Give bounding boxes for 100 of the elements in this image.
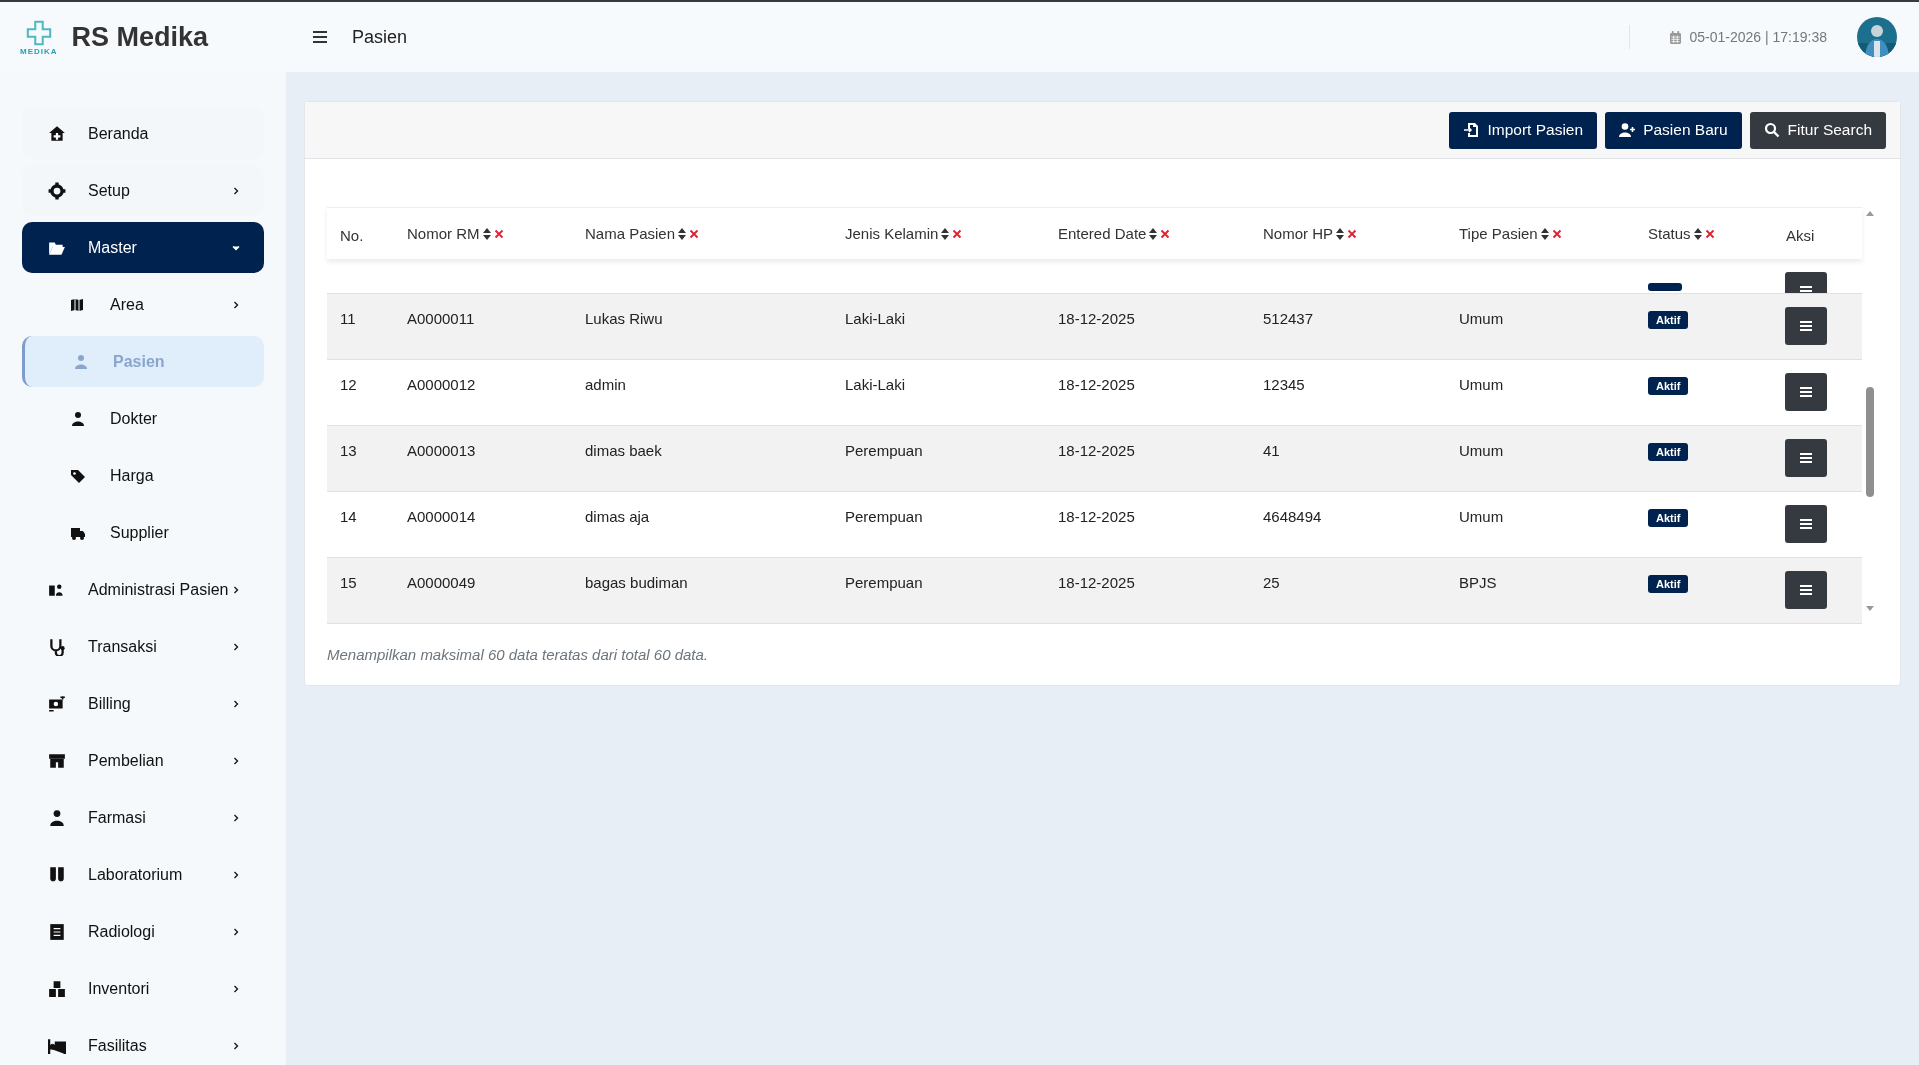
table-cell-text: 13: [339, 441, 358, 459]
sidebar-item[interactable]: Inventori: [22, 963, 264, 1014]
gear-icon: [48, 181, 66, 200]
table-cell-text: 18-12-2025: [1057, 573, 1136, 591]
sort-icon[interactable]: [1336, 227, 1344, 240]
file-import-icon: [1463, 122, 1480, 138]
toolbar-button[interactable]: Import Pasien: [1449, 111, 1598, 149]
table-cell-text: Laki-Laki: [844, 375, 907, 393]
column-header: Status: [1648, 225, 1691, 242]
person-icon: [70, 410, 86, 427]
status-badge: Aktif: [1648, 443, 1689, 461]
app-name: RS Medika: [71, 21, 209, 53]
home-icon: [48, 124, 66, 143]
person-icon: [48, 808, 66, 827]
table-cell-text: Umum: [1458, 309, 1505, 327]
column-header: Entered Date: [1058, 225, 1147, 242]
table-cell-text: A0000012: [406, 375, 477, 393]
table-cell-text: Umum: [1458, 375, 1505, 393]
sidebar-item[interactable]: Area: [22, 279, 264, 330]
table-cell-text: dimas baek: [584, 441, 663, 459]
table-cell-text: 18-12-2025: [1057, 309, 1136, 327]
menu-icon: [312, 30, 328, 44]
person-icon: [73, 353, 89, 370]
status-badge: [1648, 283, 1682, 291]
table-cell-text: Perempuan: [844, 507, 924, 525]
table-cell-text: A0000049: [406, 573, 477, 591]
column-header: Aksi: [1786, 226, 1815, 244]
status-badge: Aktif: [1648, 377, 1689, 395]
calendar-icon: [1670, 30, 1682, 44]
tag-icon: [70, 467, 86, 484]
menu-icon: [1799, 386, 1813, 398]
table-cell-text: dimas aja: [584, 507, 651, 525]
remove-icon[interactable]: [493, 228, 504, 239]
table-cell-text: Perempuan: [844, 573, 924, 591]
table-cell-text: A0000011: [406, 309, 476, 327]
table-cell-text: A0000013: [406, 441, 477, 459]
logo-text: MEDIKA: [20, 46, 58, 56]
action-button[interactable]: [1785, 439, 1827, 477]
sidebar-item[interactable]: Farmasi: [22, 792, 264, 843]
search-icon: [1763, 122, 1780, 138]
sidebar-item[interactable]: Fasilitas: [22, 1020, 264, 1065]
column-header: Tipe Pasien: [1459, 225, 1538, 242]
sidebar-item[interactable]: Pembelian: [22, 735, 264, 786]
column-header: Nomor HP: [1263, 225, 1333, 242]
table-cell-text: 4648494: [1262, 507, 1323, 525]
table-cell-text: 25: [1262, 573, 1281, 591]
column-header: Nama Pasien: [585, 225, 676, 242]
table-cell-text: Umum: [1458, 441, 1505, 459]
remove-icon[interactable]: [952, 228, 963, 239]
table-cell-text: 12345: [1262, 375, 1306, 393]
menu-icon: [1799, 452, 1813, 464]
sidebar-item[interactable]: Dokter: [22, 393, 264, 444]
menu-icon: [1799, 584, 1813, 596]
sort-icon[interactable]: [1540, 227, 1549, 240]
user-plus-icon: [1619, 122, 1636, 138]
toolbar-button[interactable]: Fitur Search: [1749, 111, 1886, 149]
map-icon: [70, 296, 86, 313]
table-cell-text: 18-12-2025: [1057, 375, 1136, 393]
remove-icon[interactable]: [1704, 228, 1715, 239]
remove-icon[interactable]: [1160, 228, 1171, 239]
table-cell-text: 18-12-2025: [1057, 507, 1136, 525]
sort-icon[interactable]: [1693, 227, 1702, 240]
table-cell-text: Umum: [1458, 507, 1505, 525]
action-button[interactable]: [1785, 307, 1827, 345]
table-cell-text: Lukas Riwu: [584, 309, 664, 327]
remove-icon[interactable]: [689, 228, 700, 239]
action-button[interactable]: [1785, 505, 1827, 543]
sort-icon[interactable]: [941, 227, 950, 240]
table-cell-text: 15: [339, 573, 358, 591]
table-cell-text: 41: [1262, 441, 1281, 459]
column-header: Jenis Kelamin: [845, 225, 939, 242]
sidebar-item[interactable]: Billing: [22, 678, 264, 729]
table-cell-text: admin: [584, 375, 627, 393]
table-cell-text: Perempuan: [844, 441, 924, 459]
action-button[interactable]: [1785, 373, 1827, 411]
table-cell-text: A0000014: [406, 507, 477, 525]
boxes-icon: [48, 979, 66, 998]
sidebar-item[interactable]: Radiologi: [22, 906, 264, 957]
menu-icon: [1799, 320, 1813, 332]
sidebar-item[interactable]: Transaksi: [22, 621, 264, 672]
sort-icon[interactable]: [678, 227, 687, 240]
remove-icon[interactable]: [1551, 228, 1562, 239]
status-badge: Aktif: [1648, 311, 1689, 329]
avatar[interactable]: [1857, 17, 1897, 57]
sort-icon[interactable]: [1149, 227, 1158, 240]
status-badge: Aktif: [1648, 575, 1689, 593]
table-cell-text: BPJS: [1458, 573, 1498, 591]
toolbar-button[interactable]: Pasien Baru: [1605, 111, 1742, 149]
table-cell-text: Laki-Laki: [844, 309, 907, 327]
sidebar-item[interactable]: Supplier: [22, 507, 264, 558]
date-time: 05-01-2026 | 17:19:38: [1689, 29, 1827, 45]
test-tubes-icon: [48, 865, 66, 884]
remove-icon[interactable]: [1347, 228, 1357, 239]
sort-icon[interactable]: [482, 227, 491, 240]
sidebar-item[interactable]: Administrasi Pasien: [22, 564, 264, 615]
page-title: Pasien: [352, 26, 408, 48]
sidebar-item[interactable]: Harga: [22, 450, 264, 501]
sidebar-item[interactable]: Laboratorium: [22, 849, 264, 900]
sidebar-item[interactable]: Master: [22, 222, 264, 273]
action-button[interactable]: [1785, 571, 1827, 609]
